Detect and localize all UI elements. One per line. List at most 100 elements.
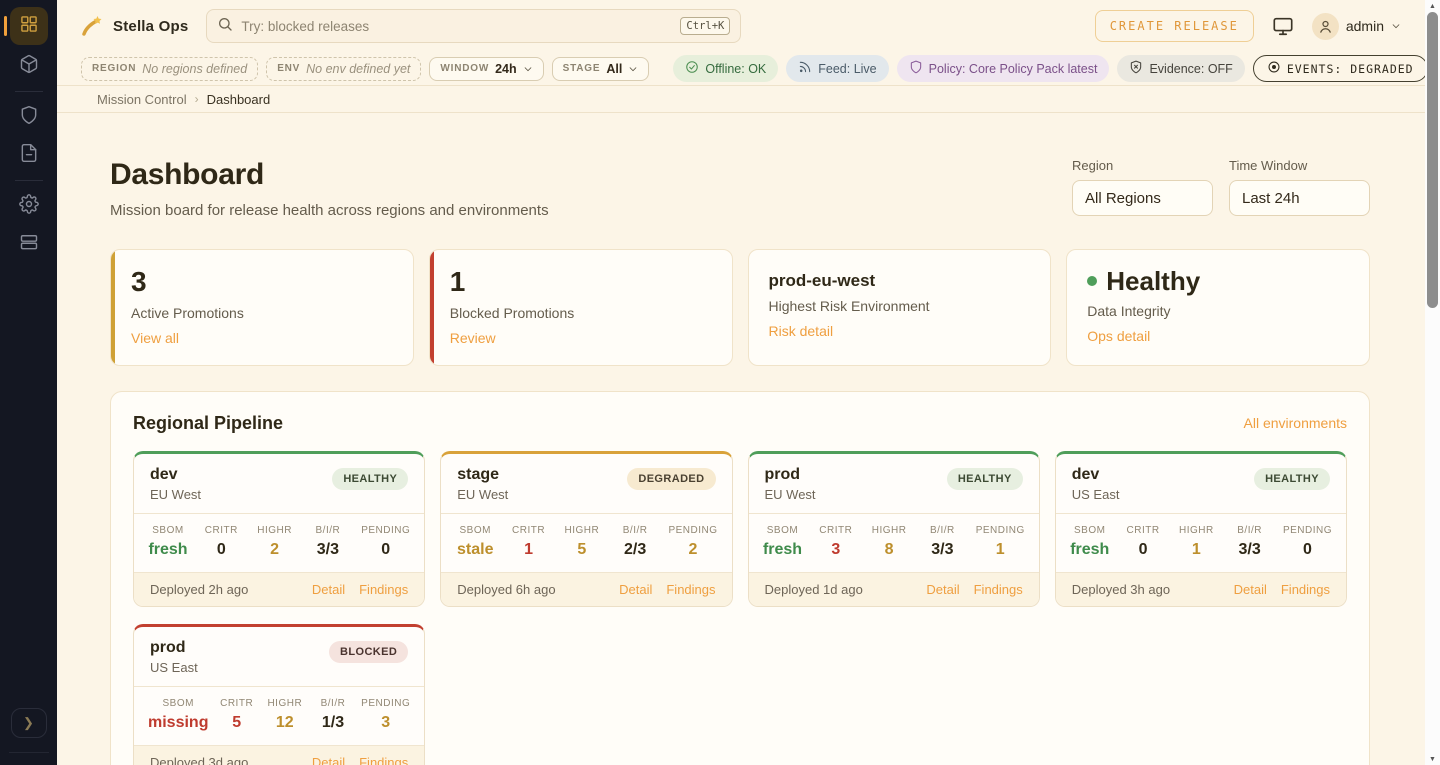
sidebar-item-settings[interactable] [10,187,48,225]
env-region: EU West [457,487,508,502]
feed-status-label: Feed: Live [818,62,876,76]
risk-detail-link[interactable]: Risk detail [769,323,834,339]
stat-value-highr: 8 [869,541,909,559]
sidebar-item-infrastructure[interactable] [10,225,48,263]
file-icon [19,143,39,168]
create-release-button[interactable]: CREATE RELEASE [1095,10,1254,42]
env-card-prod-eu-west: prod EU West HEALTHY SBOMfresh CRITR3 HI… [748,451,1040,607]
view-all-link[interactable]: View all [131,330,179,346]
findings-link[interactable]: Findings [359,582,408,597]
time-window-select[interactable]: Last 24h [1229,180,1370,216]
stat-label: HIGHR [265,698,305,709]
stat-label: PENDING [976,525,1025,536]
env-filter-pill[interactable]: ENV No env defined yet [266,57,421,81]
regional-pipeline-panel: Regional Pipeline All environments dev E… [110,391,1370,765]
stat-value-highr: 2 [255,541,295,559]
stat-label: SBOM [763,525,803,536]
env-region: EU West [765,487,816,502]
grid-icon [19,14,39,39]
chevron-down-icon [628,64,638,74]
offline-status-label: Offline: OK [705,62,766,76]
env-name: stage [457,466,508,484]
stat-label: CRITR [201,525,241,536]
feed-status-badge[interactable]: Feed: Live [786,55,888,82]
offline-status-badge[interactable]: Offline: OK [673,55,778,82]
sidebar-item-releases[interactable] [10,47,48,85]
stat-value-bir: 2/3 [615,541,655,559]
findings-link[interactable]: Findings [666,582,715,597]
detail-link[interactable]: Detail [926,582,959,597]
breadcrumb-parent[interactable]: Mission Control [97,92,187,107]
stat-value-sbom: fresh [148,541,188,559]
stat-value-bir: 3/3 [308,541,348,559]
health-dot [1087,276,1097,286]
detail-link[interactable]: Detail [312,582,345,597]
stat-value-sbom: fresh [763,541,803,559]
stat-label: HIGHR [255,525,295,536]
sidebar-expand-button[interactable]: ❯ [11,708,47,738]
brand[interactable]: Stella Ops [81,14,188,38]
ops-detail-link[interactable]: Ops detail [1087,328,1150,344]
user-name: admin [1346,18,1384,34]
stat-label: SBOM [455,525,495,536]
stat-value-highr: 12 [265,714,305,732]
stat-label: PENDING [361,525,410,536]
env-card-dev-eu-west: dev EU West HEALTHY SBOMfresh CRITR0 HIG… [133,451,425,607]
sidebar-item-documents[interactable] [10,136,48,174]
sidebar-item-security[interactable] [10,98,48,136]
findings-link[interactable]: Findings [359,755,408,765]
stat-value-pending: 3 [361,714,410,732]
region-filter-pill[interactable]: REGION No regions defined [81,57,258,81]
scrollbar-thumb[interactable] [1427,12,1438,308]
sidebar-divider [15,91,43,92]
gear-icon [19,194,39,219]
shield-icon [19,105,39,130]
data-integrity-value: Healthy [1106,267,1200,296]
evidence-status-badge[interactable]: Evidence: OFF [1117,55,1244,82]
search-input[interactable] [241,19,672,34]
stat-value-critr: 1 [509,541,549,559]
scroll-down-arrow[interactable]: ▼ [1425,753,1440,765]
env-card-prod-us-east: prod US East BLOCKED SBOMmissing CRITR5 … [133,624,425,765]
detail-link[interactable]: Detail [312,755,345,765]
search-bar[interactable]: Ctrl+K [206,9,741,43]
stat-label: HIGHR [1176,525,1216,536]
shield-x-icon [1129,60,1143,77]
stat-label: CRITR [509,525,549,536]
chevron-right-icon: › [195,92,199,106]
breadcrumb-current: Dashboard [207,92,271,107]
stat-label: CRITR [217,698,257,709]
region-select[interactable]: All Regions [1072,180,1213,216]
monitor-icon[interactable] [1272,15,1294,37]
stat-label: B/I/R [313,698,353,709]
window-filter-pill[interactable]: WINDOW 24h [429,57,543,81]
data-integrity-label: Data Integrity [1087,303,1349,319]
stat-label: PENDING [361,698,410,709]
env-card-stage-eu-west: stage EU West DEGRADED SBOMstale CRITR1 … [440,451,732,607]
all-environments-link[interactable]: All environments [1244,415,1348,431]
scrollbar[interactable]: ▲ ▼ [1425,0,1440,765]
detail-link[interactable]: Detail [1234,582,1267,597]
deployed-time: Deployed 3h ago [1072,582,1170,597]
env-filter-label: ENV [277,63,300,74]
circle-dot-icon [1267,60,1281,77]
stat-value-pending: 1 [976,541,1025,559]
evidence-status-label: Evidence: OFF [1149,62,1232,76]
review-link[interactable]: Review [450,330,496,346]
env-region: EU West [150,487,201,502]
events-status-badge[interactable]: EVENTS: DEGRADED [1253,55,1428,82]
findings-link[interactable]: Findings [974,582,1023,597]
sidebar-item-dashboard[interactable] [10,7,48,45]
deployed-time: Deployed 1d ago [765,582,863,597]
blocked-promotions-label: Blocked Promotions [450,305,712,321]
stat-value-highr: 5 [562,541,602,559]
stat-label: PENDING [668,525,717,536]
window-filter-value: 24h [495,62,517,76]
user-menu[interactable]: admin [1312,13,1401,40]
panel-title: Regional Pipeline [133,413,283,434]
policy-status-badge[interactable]: Policy: Core Policy Pack latest [897,55,1110,82]
scroll-up-arrow[interactable]: ▲ [1425,0,1440,12]
detail-link[interactable]: Detail [619,582,652,597]
findings-link[interactable]: Findings [1281,582,1330,597]
stage-filter-pill[interactable]: STAGE All [552,57,650,81]
